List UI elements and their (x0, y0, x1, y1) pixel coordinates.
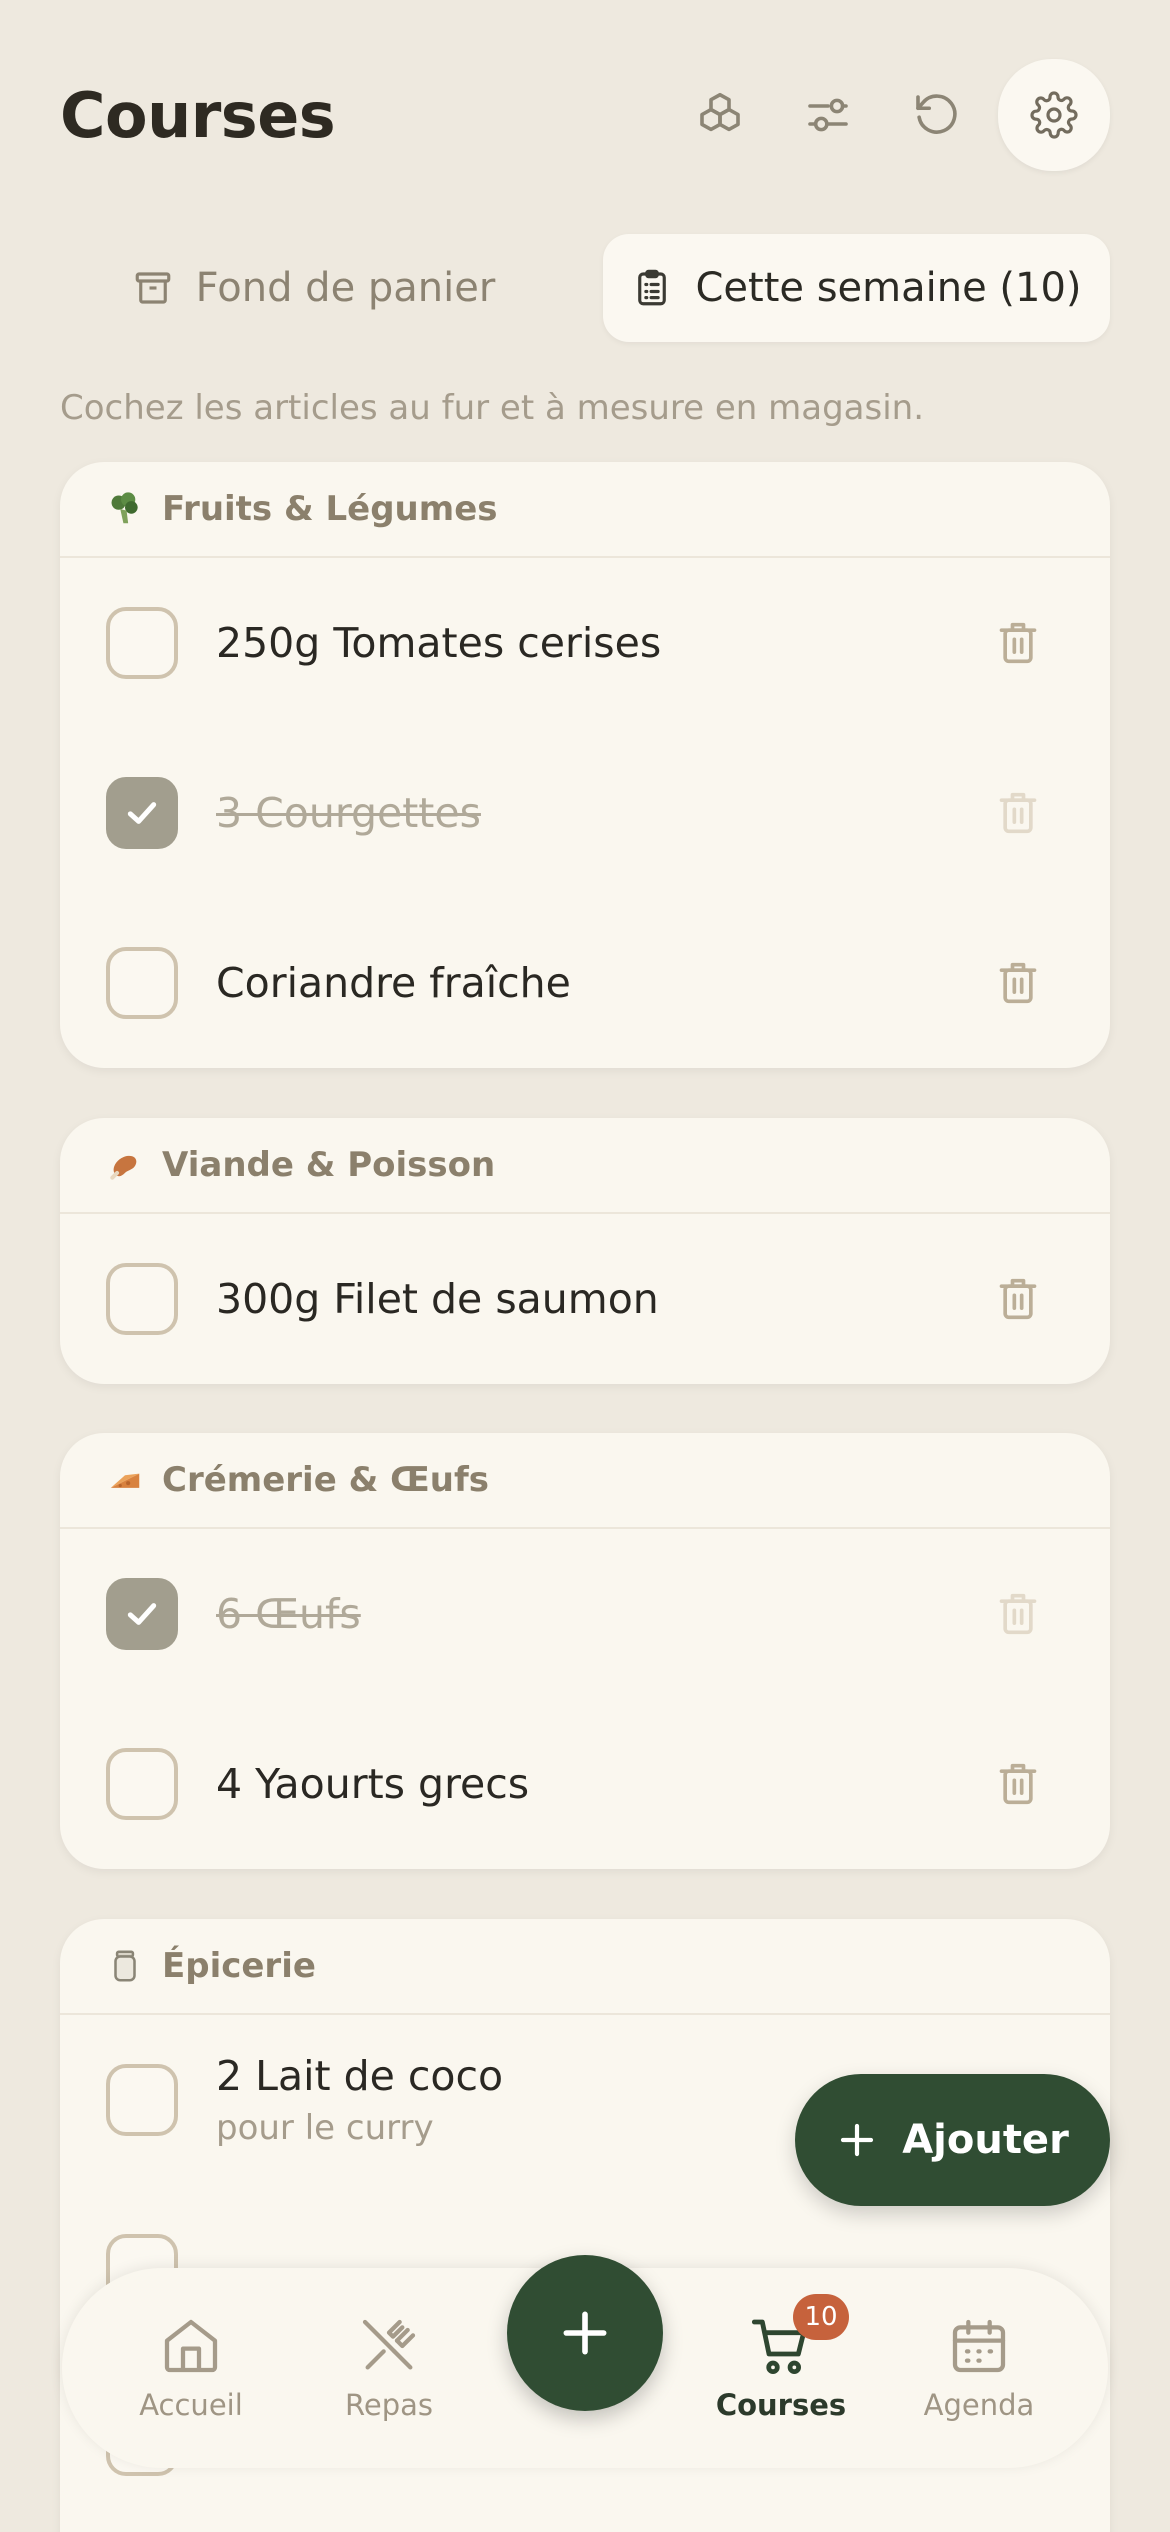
item-text-group: 2 Lait de coco pour le curry (216, 2052, 503, 2148)
list-tabs: Fond de panier Cette semaine (10) (60, 234, 1110, 342)
jar-icon (106, 1947, 144, 1985)
item-checkbox[interactable] (106, 1748, 178, 1820)
item-checkbox-checked[interactable] (106, 1578, 178, 1650)
item-checkbox-checked[interactable] (106, 777, 178, 849)
broccoli-icon (106, 490, 144, 528)
item-checkbox[interactable] (106, 1263, 178, 1335)
tab-label: Cette semaine (10) (695, 265, 1082, 311)
item-checkbox[interactable] (106, 947, 178, 1019)
cubes-icon (700, 92, 740, 132)
sliders-icon (808, 98, 848, 132)
item-label: 2 Lait de coco (216, 2052, 504, 2100)
plus-icon (563, 2311, 607, 2355)
section-header: Fruits & Légumes (60, 462, 1110, 558)
section-header: Épicerie (60, 1919, 1110, 2015)
item-checkbox[interactable] (106, 2064, 178, 2136)
trash-icon[interactable] (996, 788, 1040, 838)
undo-icon (916, 94, 957, 134)
archive-icon (135, 272, 170, 304)
nav-add-button[interactable] (507, 2255, 663, 2411)
item-label: Coriandre fraîche (216, 959, 571, 1007)
gear-icon (1030, 91, 1078, 139)
cheese-icon (106, 1461, 144, 1499)
settings-button[interactable] (998, 59, 1110, 171)
item-label: 300g Filet de saumon (216, 1275, 659, 1323)
add-item-button[interactable]: Ajouter (795, 2074, 1110, 2206)
list-item[interactable]: 6 Œufs (60, 1529, 1110, 1699)
section-title: Fruits & Légumes (162, 489, 498, 529)
nav-item-courses[interactable]: 10 Courses (701, 2294, 861, 2422)
section-viande-poisson: Viande & Poisson 300g Filet de saumon (60, 1118, 1110, 1384)
trash-icon[interactable] (996, 618, 1040, 668)
nav-item-repas[interactable]: Repas (309, 2314, 469, 2422)
page-title: Courses (60, 78, 336, 152)
tab-label: Fond de panier (195, 265, 496, 311)
nav-label: Courses (715, 2388, 847, 2422)
check-icon (127, 802, 157, 824)
filter-button[interactable] (774, 61, 882, 169)
list-item[interactable]: 300g Filet de saumon (60, 1214, 1110, 1384)
section-header: Crémerie & Œufs (60, 1433, 1110, 1529)
tab-cette-semaine[interactable]: Cette semaine (10) (603, 234, 1110, 342)
section-title: Épicerie (162, 1946, 316, 1986)
nav-label: Accueil (139, 2388, 243, 2422)
calendar-icon (952, 2319, 1006, 2373)
bottom-nav: Accueil Repas 10 Courses Agenda (62, 2255, 1108, 2468)
section-title: Viande & Poisson (162, 1145, 496, 1185)
header: Courses (60, 50, 1110, 180)
list-item[interactable]: 250g Tomates cerises (60, 558, 1110, 728)
header-actions (666, 59, 1110, 171)
section-title: Crémerie & Œufs (162, 1460, 489, 1500)
clipboard-list-icon (638, 269, 667, 306)
list-item[interactable]: Coriandre fraîche (60, 898, 1110, 1068)
trash-icon[interactable] (996, 1274, 1040, 1324)
nav-item-accueil[interactable]: Accueil (111, 2314, 271, 2422)
plus-icon (841, 2123, 874, 2157)
instruction-text: Cochez les articles au fur et à mesure e… (60, 388, 925, 428)
cubes-button[interactable] (666, 61, 774, 169)
item-label: 6 Œufs (216, 1590, 361, 1638)
nav-label: Agenda (923, 2388, 1035, 2422)
section-fruits-legumes: Fruits & Légumes 250g Tomates cerises 3 … (60, 462, 1110, 1068)
check-icon (127, 1603, 157, 1625)
item-label: 4 Yaourts grecs (216, 1760, 530, 1808)
add-item-label: Ajouter (902, 2117, 1069, 2163)
item-checkbox[interactable] (106, 607, 178, 679)
list-item[interactable]: 4 Yaourts grecs (60, 1699, 1110, 1869)
item-label: 250g Tomates cerises (216, 619, 662, 667)
reset-button[interactable] (882, 61, 990, 169)
section-cremerie-oeufs: Crémerie & Œufs 6 Œufs 4 Yaourts grecs (60, 1433, 1110, 1869)
item-note: pour le curry (216, 2108, 434, 2148)
tab-fond-de-panier[interactable]: Fond de panier (60, 234, 567, 342)
cart-count-badge: 10 (793, 2294, 849, 2340)
meat-icon (106, 1146, 144, 1184)
nav-label: Repas (345, 2388, 433, 2422)
nav-item-agenda[interactable]: Agenda (899, 2314, 1059, 2422)
section-header: Viande & Poisson (60, 1118, 1110, 1214)
trash-icon[interactable] (996, 958, 1040, 1008)
item-label: 3 Courgettes (216, 789, 481, 837)
utensils-icon (362, 2319, 416, 2370)
home-icon (164, 2319, 218, 2373)
list-item[interactable]: 3 Courgettes (60, 728, 1110, 898)
trash-icon[interactable] (996, 1759, 1040, 1809)
trash-icon[interactable] (996, 1589, 1040, 1639)
